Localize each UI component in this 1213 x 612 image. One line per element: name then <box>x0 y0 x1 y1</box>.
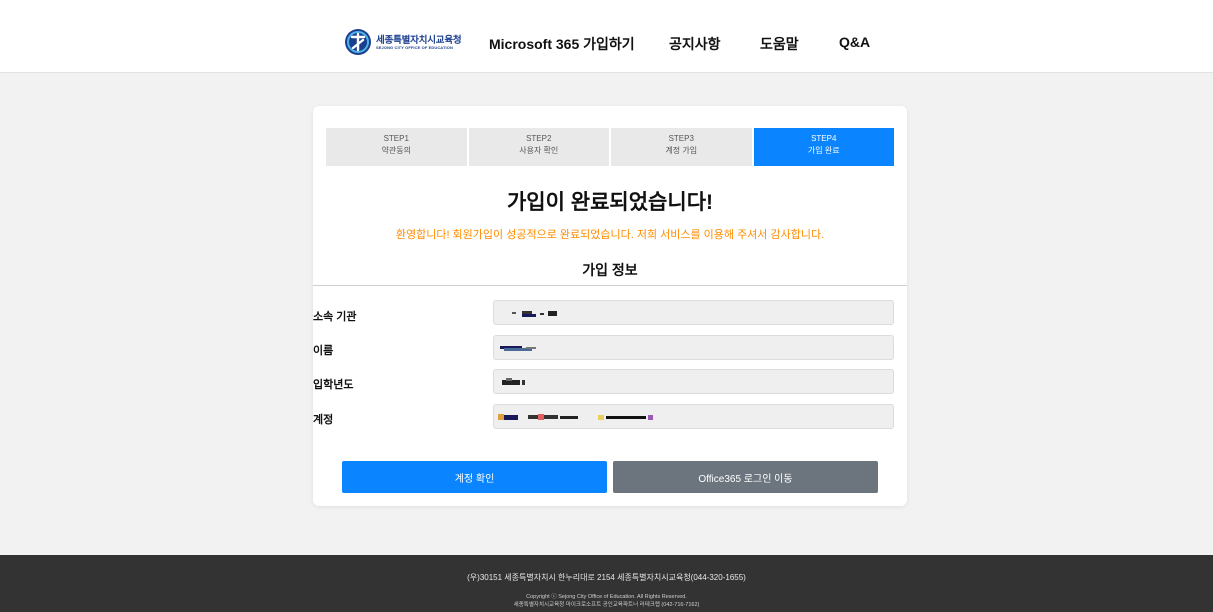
step-number: STEP3 <box>668 134 694 143</box>
redacted-value <box>502 378 525 385</box>
step-label: 사용자 확인 <box>519 146 559 155</box>
field-label-name: 이름 <box>313 345 334 357</box>
organization-field <box>493 300 894 325</box>
nav-item-qna[interactable]: Q&A <box>839 34 870 50</box>
sejong-emblem-icon <box>345 29 371 55</box>
check-account-button[interactable]: 계정 확인 <box>342 461 607 493</box>
step-label: 약관동의 <box>381 146 411 155</box>
logo-subtitle: SEJONG CITY OFFICE OF EDUCATION <box>376 45 453 50</box>
site-footer: (우)30151 세종특별자치시 한누리대로 2154 세종특별자치시교육청(0… <box>0 555 1213 612</box>
step-number: STEP4 <box>811 134 837 143</box>
page-title: 가입이 완료되었습니다! <box>506 191 714 214</box>
redacted-value <box>512 311 557 317</box>
welcome-message: 환영합니다! 회원가입이 성공적으로 완료되었습니다. 저희 서비스를 이용해 … <box>395 229 825 241</box>
step-3: STEP3 계정 가입 <box>611 128 754 166</box>
step-number: STEP2 <box>526 134 552 143</box>
nav-item-help[interactable]: 도움말 <box>760 34 799 54</box>
site-logo[interactable]: 세종특별자치시교육청 SEJONG CITY OFFICE OF EDUCATI… <box>344 28 462 56</box>
step-label: 가입 완료 <box>807 146 840 155</box>
field-label-admission-year: 입학년도 <box>313 379 354 391</box>
step-label: 계정 가입 <box>665 146 698 155</box>
field-label-organization: 소속 기관 <box>313 311 357 323</box>
step-number: STEP1 <box>383 134 409 143</box>
nav-item-ms365-signup[interactable]: Microsoft 365 가입하기 <box>489 34 635 54</box>
redacted-value <box>500 346 536 351</box>
redacted-value <box>498 414 653 420</box>
admission-year-field <box>493 369 894 394</box>
logo-title: 세종특별자치시교육청 <box>376 35 462 46</box>
step-4-active: STEP4 가입 완료 <box>753 128 894 166</box>
footer-partner: 세종특별자치시교육청 마이크로소프트 공인교육파트너 러테크랩 (042-716… <box>513 602 700 608</box>
step-progress: STEP1 약관동의 STEP2 사용자 확인 STEP3 계정 가입 STEP… <box>326 128 894 166</box>
site-header: 세종특별자치시교육청 SEJONG CITY OFFICE OF EDUCATI… <box>0 0 1213 73</box>
footer-address: (우)30151 세종특별자치시 한누리대로 2154 세종특별자치시교육청(0… <box>467 573 746 582</box>
office365-login-button[interactable]: Office365 로그인 이동 <box>613 461 878 493</box>
nav-item-notices[interactable]: 공지사항 <box>669 34 721 54</box>
step-2: STEP2 사용자 확인 <box>468 128 611 166</box>
divider <box>313 285 907 286</box>
step-1: STEP1 약관동의 <box>326 128 469 166</box>
signup-complete-card: STEP1 약관동의 STEP2 사용자 확인 STEP3 계정 가입 STEP… <box>313 106 907 506</box>
field-label-account: 계정 <box>313 414 334 426</box>
section-title: 가입 정보 <box>582 262 638 278</box>
name-field <box>493 335 894 360</box>
account-field <box>493 404 894 429</box>
footer-copyright: Copyright ⓒ Sejong City Office of Educat… <box>526 594 687 600</box>
